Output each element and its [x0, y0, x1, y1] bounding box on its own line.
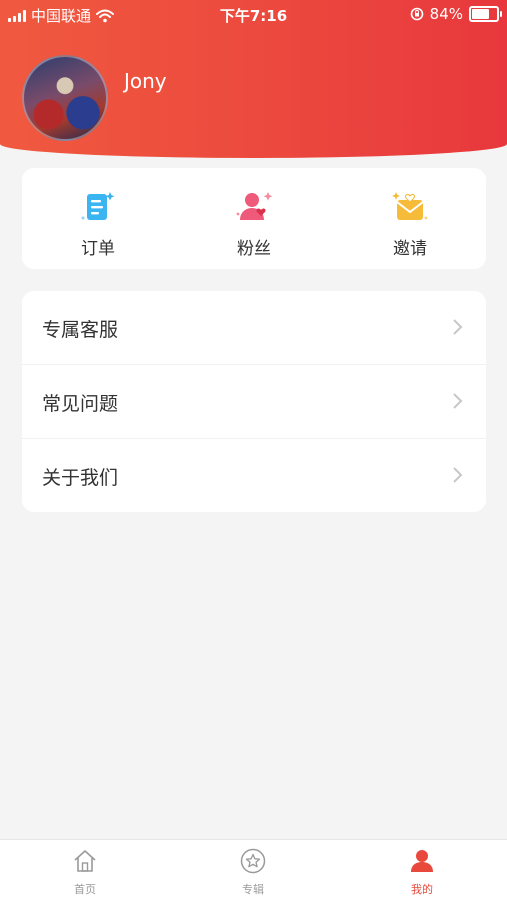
tab-mine[interactable]: 我的	[372, 840, 472, 901]
menu-item-about-us[interactable]: 关于我们	[22, 439, 486, 512]
orientation-lock-icon	[410, 7, 423, 21]
chevron-right-icon	[453, 467, 463, 483]
status-bar: 中国联通 下午7:16 84%	[0, 0, 507, 28]
quick-action-label: 粉丝	[237, 239, 271, 259]
home-icon	[74, 850, 96, 872]
battery-percent: 84%	[429, 5, 463, 23]
menu-item-label: 专属客服	[42, 319, 119, 341]
tab-home[interactable]: 首页	[35, 840, 135, 901]
quick-action-label: 邀请	[393, 239, 427, 259]
invite-icon	[392, 192, 428, 220]
tab-label: 首页	[74, 883, 96, 896]
quick-action-invite[interactable]: 邀请	[350, 168, 470, 269]
menu-item-customer-service[interactable]: 专属客服	[22, 291, 486, 365]
order-icon	[81, 192, 115, 220]
avatar[interactable]	[22, 55, 108, 141]
quick-action-order[interactable]: 订单	[38, 168, 158, 269]
quick-actions-card: 订单 粉丝 邀请	[22, 168, 486, 269]
tab-album[interactable]: 专辑	[203, 840, 303, 901]
quick-action-fans[interactable]: 粉丝	[194, 168, 314, 269]
quick-action-label: 订单	[81, 239, 115, 259]
star-icon	[240, 848, 266, 874]
menu-item-label: 关于我们	[42, 467, 119, 489]
tab-label: 专辑	[242, 883, 264, 896]
fans-icon	[236, 192, 273, 220]
chevron-right-icon	[453, 393, 463, 409]
menu-item-faq[interactable]: 常见问题	[22, 365, 486, 439]
username: Jony	[124, 69, 167, 93]
chevron-right-icon	[453, 319, 463, 335]
tab-label: 我的	[411, 883, 433, 896]
tab-bar: 首页 专辑 我的	[0, 839, 507, 901]
battery-icon	[469, 6, 502, 22]
menu-card: 专属客服 常见问题 关于我们	[22, 291, 486, 512]
menu-item-label: 常见问题	[42, 393, 119, 415]
profile-icon	[411, 850, 433, 872]
